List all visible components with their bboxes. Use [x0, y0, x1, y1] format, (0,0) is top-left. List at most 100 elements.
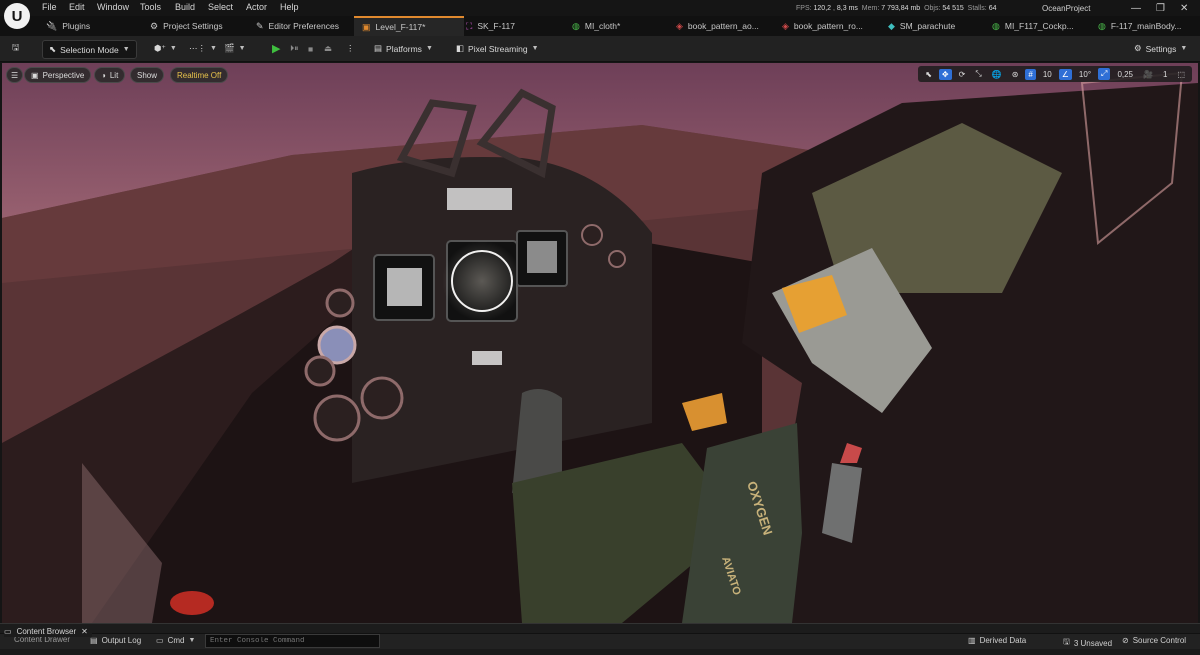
viewport-menu-button[interactable]: ☰: [6, 67, 24, 83]
selection-mode-label: Selection Mode: [60, 44, 119, 55]
taskbar-strip: [0, 649, 1200, 655]
viewport-transform-toolbar: ⬉ ✥ ⟳ ⤡ 🌐 ⊛ # 10 ∠ 10° ⤢ 0,25 🎥 1 ⬚: [918, 66, 1192, 82]
console-command-input[interactable]: [205, 634, 380, 648]
grid-snap-icon[interactable]: #: [1025, 68, 1036, 80]
texture-icon: ◈: [782, 20, 789, 31]
chevron-down-icon: ▼: [122, 46, 130, 53]
tab-project-settings[interactable]: ⚙ Project Settings: [150, 16, 223, 36]
restore-icon[interactable]: ❐: [1156, 3, 1165, 14]
blueprints-button[interactable]: ⋯⋮ ▼: [183, 40, 223, 57]
tab-editor-preferences[interactable]: ✎ Editor Preferences: [256, 16, 339, 36]
tab-f117-mainbody[interactable]: ◍ F-117_mainBody...: [1098, 16, 1181, 36]
scale-snap-value[interactable]: 0,25: [1114, 69, 1136, 80]
tab-label: SM_parachute: [899, 21, 956, 31]
tab-level-f117[interactable]: ▣ Level_F-117*: [354, 16, 464, 36]
tab-plugins[interactable]: 🔌 Plugins: [46, 16, 90, 36]
tab-label: book_pattern_ao...: [687, 21, 759, 31]
pixel-streaming-icon: ◧: [456, 43, 465, 53]
derived-data-label: Derived Data: [979, 636, 1027, 645]
chevron-down-icon: ▼: [1180, 45, 1188, 52]
clapperboard-icon: 🎬: [224, 43, 235, 53]
content-browser-tab[interactable]: ▭ Content Browser ✕: [4, 625, 92, 637]
view-mode-lit-button[interactable]: ◑ Lit: [94, 67, 126, 83]
scale-tool-icon[interactable]: ⤡: [972, 68, 984, 80]
rotation-snap-value[interactable]: 10°: [1076, 69, 1094, 80]
tab-label: MI_cloth*: [584, 21, 621, 31]
platforms-button[interactable]: ▤ Platforms ▼: [368, 40, 439, 57]
menu-select[interactable]: Select: [208, 2, 233, 12]
camera-speed-icon[interactable]: 🎥: [1140, 69, 1156, 80]
unreal-logo-icon[interactable]: U: [4, 3, 30, 29]
pixel-streaming-button[interactable]: ◧ Pixel Streaming ▼: [450, 40, 545, 57]
selection-mode-button[interactable]: ⬉ Selection Mode ▼: [42, 40, 137, 59]
objs-value: 54 515: [942, 5, 964, 12]
menu-actor[interactable]: Actor: [246, 2, 267, 12]
add-content-button[interactable]: ⬢⁺ ▼: [148, 40, 183, 57]
output-log-label: Output Log: [101, 636, 142, 645]
save-icon[interactable]: 🖫: [6, 40, 25, 57]
tab-book-pattern-ao[interactable]: ◈ book_pattern_ao...: [676, 16, 759, 36]
menu-window[interactable]: Window: [97, 2, 129, 12]
output-log-button[interactable]: ▤ Output Log: [90, 636, 141, 645]
grid-snap-value[interactable]: 10: [1040, 69, 1055, 80]
blueprint-icon: ⋯⋮: [189, 43, 206, 53]
small-gauge: [304, 355, 336, 387]
tab-sk-f117[interactable]: ⛶ SK_F-117: [466, 16, 515, 36]
settings-button[interactable]: ⚙ Settings ▼: [1128, 40, 1193, 57]
derived-data-button[interactable]: ▥ Derived Data: [968, 636, 1026, 645]
select-tool-icon[interactable]: ⬉: [922, 69, 935, 80]
tab-book-pattern-ro[interactable]: ◈ book_pattern_ro...: [782, 16, 863, 36]
tab-mi-f117-cockpit[interactable]: ◍ MI_F117_Cockp...: [992, 16, 1074, 36]
stop-icon: ■: [308, 43, 314, 54]
cmd-dropdown[interactable]: ▭ Cmd ▼: [156, 636, 195, 645]
left-mfd-screen: [387, 268, 422, 306]
show-flags-button[interactable]: Show: [130, 67, 165, 83]
rotate-tool-icon[interactable]: ⟳: [956, 69, 969, 80]
scale-snap-icon[interactable]: ⤢: [1098, 68, 1111, 80]
stop-button[interactable]: ■: [302, 40, 319, 57]
perspective-label: Perspective: [42, 70, 85, 80]
world-space-icon[interactable]: 🌐: [989, 69, 1005, 80]
derived-data-icon: ▥: [968, 636, 976, 645]
clock-gauge: [325, 288, 355, 318]
stalls-label: Stalls:: [967, 5, 987, 12]
source-control-button[interactable]: ⊘ Source Control: [1122, 636, 1186, 645]
save-icon: 🖫: [1063, 637, 1070, 646]
level-viewport[interactable]: OXYGEN AVIATO ☰ ▣ Perspective ◑ Lit Show…: [2, 63, 1198, 623]
mem-label: Mem:: [861, 5, 880, 12]
level-icon: ▣: [362, 21, 371, 32]
unsaved-button[interactable]: 🖫 3 Unsaved: [1063, 636, 1112, 650]
chevron-down-icon: ▼: [188, 637, 196, 644]
translate-tool-icon[interactable]: ✥: [938, 68, 952, 80]
objs-label: Objs:: [924, 5, 941, 12]
close-icon[interactable]: ✕: [81, 627, 88, 636]
realtime-toggle[interactable]: Realtime Off: [170, 67, 229, 83]
mem-value: 7 793,84 mb: [881, 5, 921, 12]
airspeed-gauge: [313, 394, 361, 442]
close-icon[interactable]: ✕: [1180, 3, 1188, 14]
menu-build[interactable]: Build: [175, 2, 195, 12]
cockpit-scene: OXYGEN AVIATO: [2, 63, 1198, 623]
rotation-snap-icon[interactable]: ∠: [1058, 68, 1072, 80]
play-icon: ▶: [272, 43, 281, 55]
menu-help[interactable]: Help: [280, 2, 299, 12]
cinematics-button[interactable]: 🎬 ▼: [218, 40, 252, 57]
menu-file[interactable]: File: [42, 2, 57, 12]
lit-label: Lit: [109, 70, 119, 80]
tab-mi-cloth[interactable]: ◍ MI_cloth*: [572, 16, 620, 36]
maximize-viewport-icon[interactable]: ⬚: [1174, 69, 1188, 80]
menu-edit[interactable]: Edit: [69, 2, 85, 12]
tab-sm-parachute[interactable]: ◆ SM_parachute: [888, 16, 955, 36]
camera-speed-value[interactable]: 1: [1160, 69, 1170, 80]
terminal-icon: ▭: [156, 636, 164, 645]
output-log-icon: ▤: [90, 636, 98, 645]
perspective-button[interactable]: ▣ Perspective: [24, 67, 92, 83]
settings-label: Settings: [1145, 43, 1177, 54]
tab-label: Level_F-117*: [375, 22, 426, 32]
surface-snap-icon[interactable]: ⊛: [1009, 69, 1022, 80]
eject-button[interactable]: ⏏: [318, 40, 338, 57]
hamburger-icon: ☰: [11, 70, 19, 80]
play-options-button[interactable]: ⋮: [340, 40, 361, 57]
minimize-icon[interactable]: —: [1131, 3, 1141, 14]
menu-tools[interactable]: Tools: [140, 2, 161, 12]
